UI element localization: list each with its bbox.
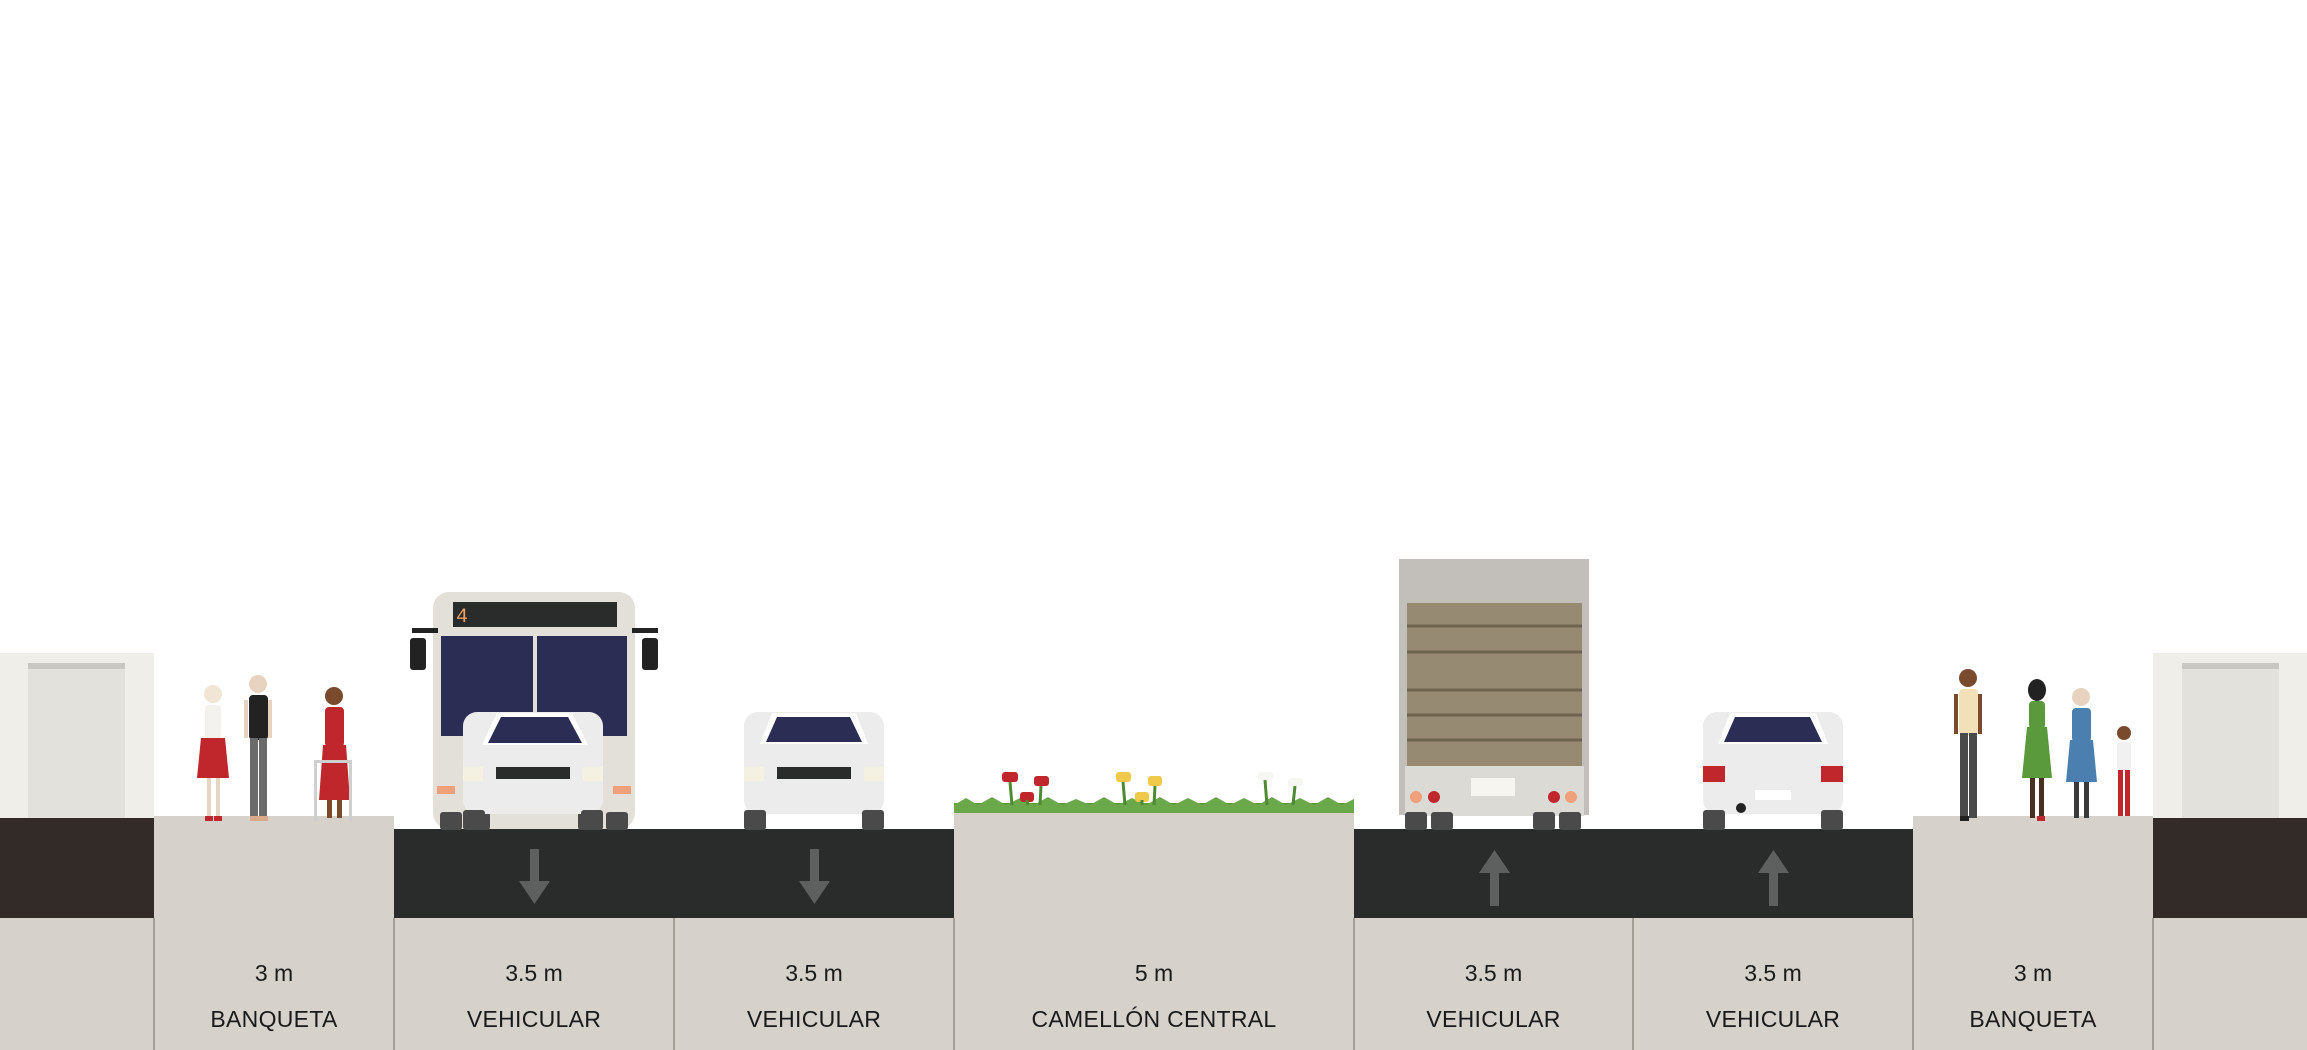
roadway-right (1354, 829, 1913, 918)
car-front (463, 712, 603, 830)
pedestrian (197, 685, 229, 821)
segment-name: VEHICULAR (746, 1006, 882, 1032)
median-surface (954, 812, 1354, 918)
segment-name: BANQUETA (1969, 1006, 2097, 1032)
segment-name: BANQUETA (210, 1006, 338, 1032)
truck (1399, 559, 1589, 830)
car-front (744, 712, 884, 830)
pedestrian (2022, 679, 2052, 821)
street-section-diagram: 4 (0, 559, 2307, 1050)
segment-name: VEHICULAR (466, 1006, 602, 1032)
pedestrian-child (2117, 726, 2131, 816)
building-left (0, 653, 154, 918)
bus-route-number: 4 (456, 606, 468, 629)
building-right (2153, 653, 2307, 918)
segment-name: CAMELLÓN CENTRAL (1031, 1006, 1277, 1032)
segment-label-vehicular-3: 3.5 m VEHICULAR (1354, 918, 1633, 1050)
roadway-left (394, 829, 954, 918)
segment-label-vehicular-2: 3.5 m VEHICULAR (674, 918, 954, 1050)
pedestrian (1954, 669, 1982, 821)
segment-width: 5 m (1134, 960, 1174, 986)
pedestrian (2066, 688, 2097, 818)
segment-label-banqueta-right: 3 m BANQUETA (1913, 918, 2153, 1050)
segment-width: 3.5 m (1744, 960, 1802, 986)
segment-width: 3 m (254, 960, 294, 986)
segment-name: VEHICULAR (1426, 1006, 1561, 1032)
pedestrian (244, 675, 272, 821)
pedestrian-with-walker (314, 687, 352, 822)
segment-name: VEHICULAR (1705, 1006, 1841, 1032)
segment-width: 3.5 m (505, 960, 563, 986)
segment-width: 3.5 m (1464, 960, 1523, 986)
car-rear (1703, 712, 1843, 830)
segment-label-banqueta-left: 3 m BANQUETA (154, 918, 394, 1050)
segment-label-vehicular-4: 3.5 m VEHICULAR (1633, 918, 1913, 1050)
segment-label-camellon-central: 5 m CAMELLÓN CENTRAL (954, 918, 1354, 1050)
segment-label-vehicular-1: 3.5 m VEHICULAR (394, 918, 674, 1050)
sidewalk-right-surface (1913, 816, 2153, 918)
segment-width: 3 m (2013, 960, 2053, 986)
sidewalk-left-surface (154, 816, 394, 918)
median-planter (954, 772, 1354, 813)
segment-width: 3.5 m (785, 960, 843, 986)
